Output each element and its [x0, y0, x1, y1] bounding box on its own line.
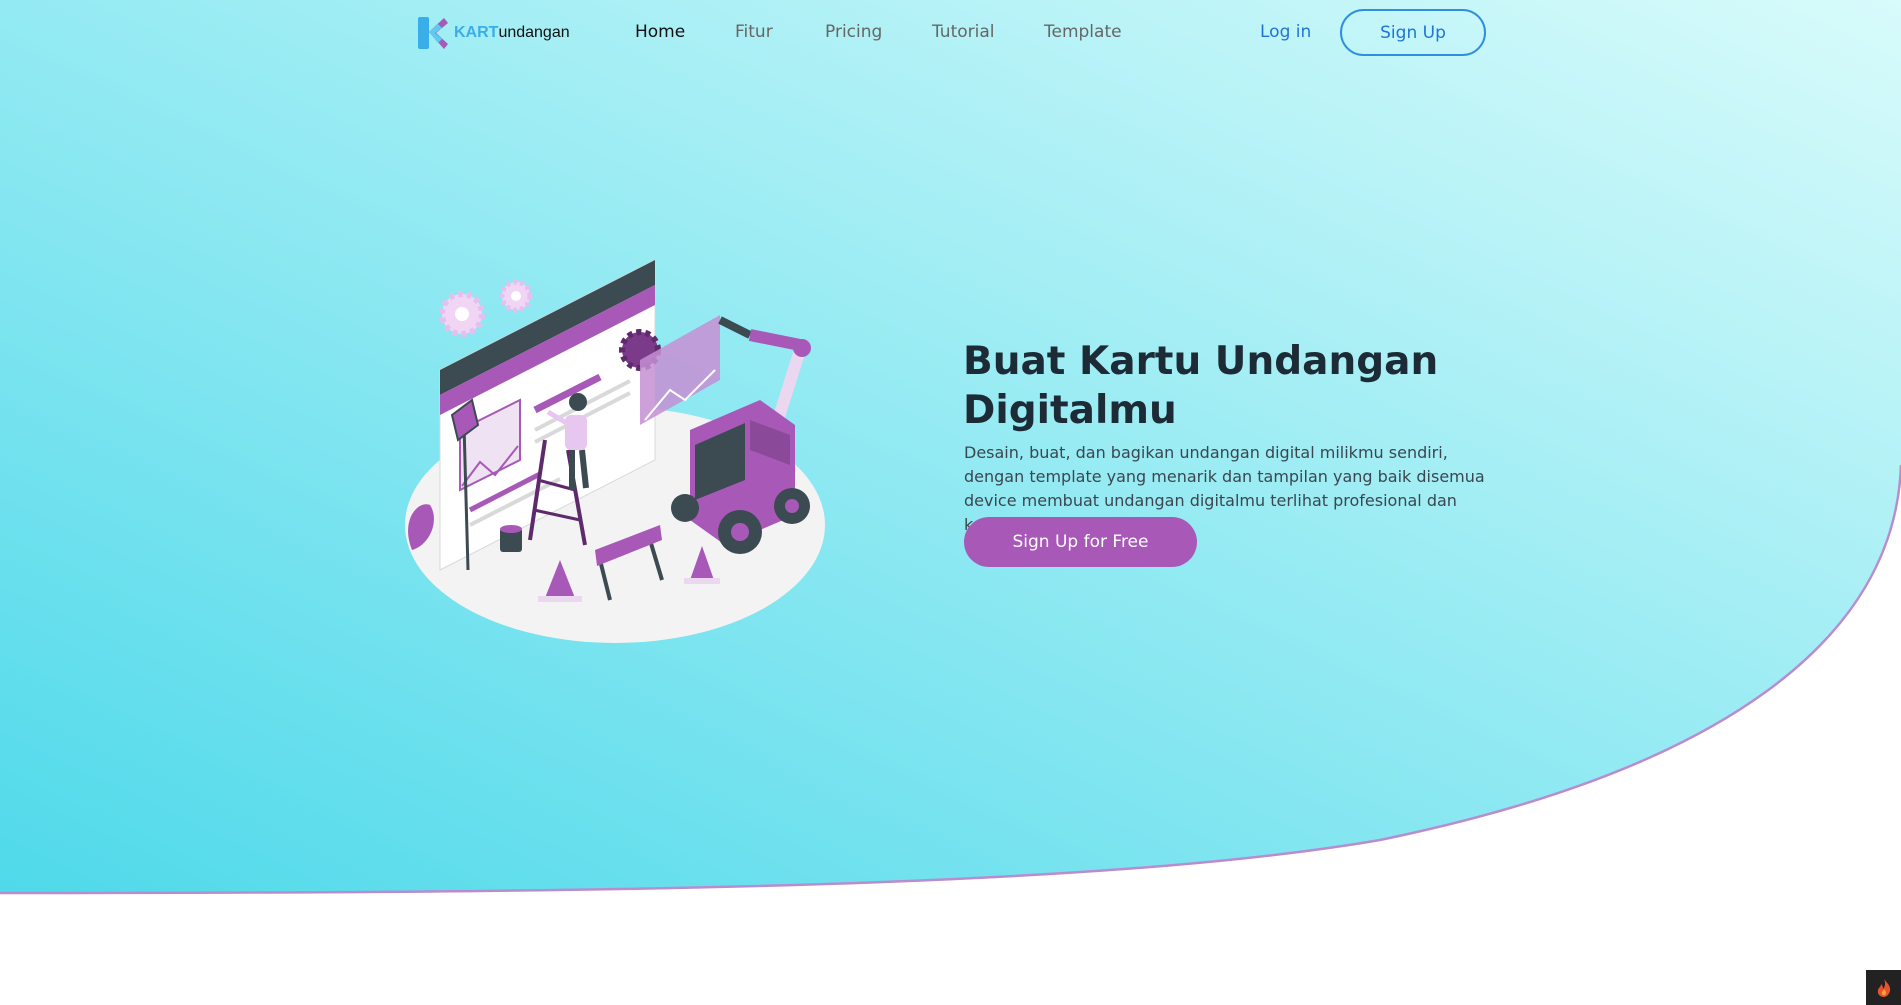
nav-home-link[interactable]: Home — [635, 22, 685, 42]
signup-free-button[interactable]: Sign Up for Free — [964, 517, 1197, 567]
hero-background — [0, 0, 1901, 895]
top-navbar: KARTundangan Home Fitur Pricing Tutorial… — [0, 0, 1901, 68]
brand-name: KARTundangan — [454, 24, 570, 41]
k-logo-icon — [418, 17, 448, 49]
hero-title: Buat Kartu Undangan Digitalmu — [963, 339, 1439, 433]
flame-icon-glyph — [1877, 978, 1890, 997]
nav-fitur-link[interactable]: Fitur — [735, 22, 773, 42]
website-construction-illustration — [405, 259, 825, 643]
flame-icon[interactable] — [1866, 970, 1901, 1005]
brand-logo[interactable]: KARTundangan — [418, 15, 570, 51]
signup-button[interactable]: Sign Up — [1340, 9, 1486, 56]
login-link[interactable]: Log in — [1260, 22, 1311, 42]
nav-template-link[interactable]: Template — [1044, 22, 1122, 42]
nav-tutorial-link[interactable]: Tutorial — [932, 22, 995, 42]
nav-pricing-link[interactable]: Pricing — [825, 22, 882, 42]
